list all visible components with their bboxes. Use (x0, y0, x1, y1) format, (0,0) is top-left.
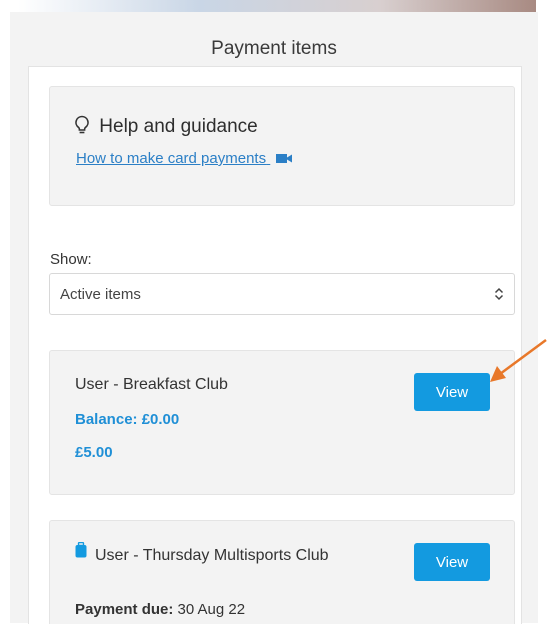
payment-items-panel: Payment items Help and guidance How to m… (10, 12, 538, 624)
page-title: Payment items (211, 38, 337, 59)
card-payments-help-link[interactable]: How to make card payments (76, 150, 293, 168)
payment-item-name: User - Thursday Multisports Club (95, 547, 329, 564)
payment-item-card: User - Thursday Multisports Club Payment… (49, 520, 515, 624)
annotation-arrow (490, 338, 547, 382)
show-filter-select[interactable]: Active items (49, 273, 515, 315)
payment-due: Payment due: 30 Aug 22 (75, 601, 245, 618)
view-button[interactable]: View (414, 543, 490, 581)
view-button[interactable]: View (414, 373, 490, 411)
lightbulb-icon (74, 115, 94, 141)
payment-item-amount: £5.00 (75, 444, 113, 461)
top-decoration (18, 0, 536, 12)
help-card: Help and guidance How to make card payme… (49, 86, 515, 206)
help-title: Help and guidance (74, 115, 258, 141)
payment-due-date: 30 Aug 22 (177, 601, 246, 618)
payment-item-card: User - Breakfast Club Balance: £0.00 £5.… (49, 350, 515, 495)
help-title-text: Help and guidance (99, 116, 258, 137)
payment-items-container: Help and guidance How to make card payme… (28, 66, 522, 624)
payment-due-label: Payment due: (75, 601, 174, 618)
bag-icon (75, 541, 87, 563)
show-filter-value: Active items (60, 286, 141, 303)
select-chevron-icon (494, 287, 504, 306)
video-camera-icon (276, 151, 293, 168)
show-filter-label: Show: (50, 251, 92, 268)
help-link-text[interactable]: How to make card payments (76, 150, 266, 167)
payment-item-balance: Balance: £0.00 (75, 411, 180, 428)
payment-item-name: User - Breakfast Club (75, 376, 228, 393)
